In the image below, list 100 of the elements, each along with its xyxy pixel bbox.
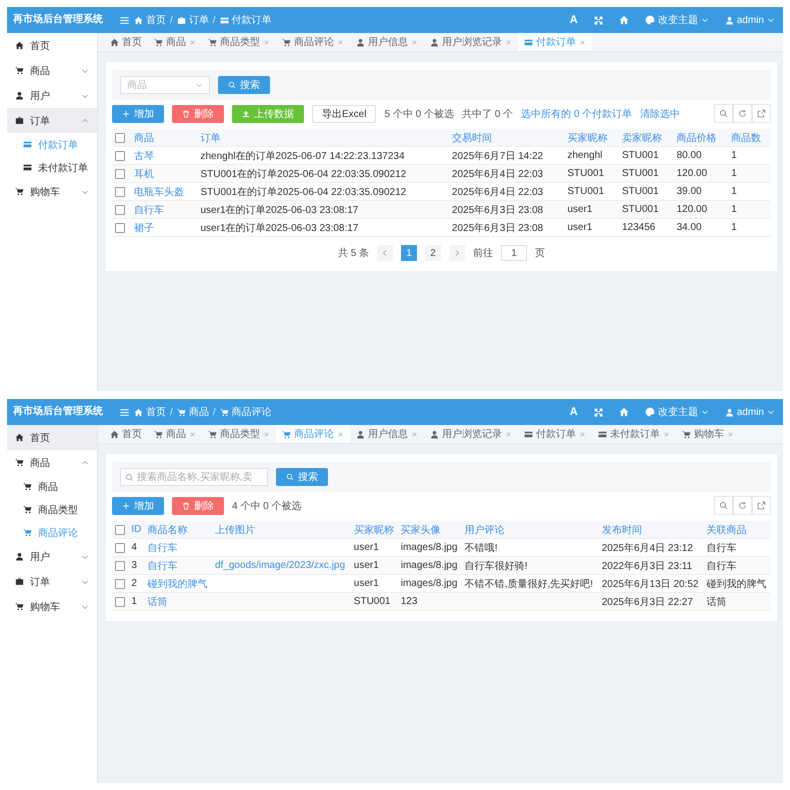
column-header[interactable]: 商品 bbox=[131, 129, 198, 146]
export-icon[interactable] bbox=[752, 104, 771, 123]
tab[interactable]: 付款订单 bbox=[518, 33, 592, 51]
upload-button[interactable]: 上传数据 bbox=[232, 104, 304, 122]
close-icon[interactable] bbox=[579, 38, 586, 46]
breadcrumb-item[interactable]: 商品评论 bbox=[220, 405, 272, 419]
table-link[interactable]: 耳机 bbox=[131, 164, 198, 182]
close-icon[interactable] bbox=[263, 430, 270, 438]
checkbox[interactable] bbox=[115, 150, 125, 160]
tab[interactable]: 商品评论 bbox=[276, 425, 350, 443]
column-header[interactable]: 商品价格 bbox=[674, 129, 728, 146]
fullscreen-icon[interactable] bbox=[594, 16, 603, 24]
delete-button[interactable]: 删除 bbox=[172, 104, 224, 122]
checkbox[interactable] bbox=[115, 186, 125, 196]
checkbox[interactable] bbox=[115, 578, 125, 588]
close-icon[interactable] bbox=[505, 38, 512, 46]
checkbox[interactable] bbox=[115, 596, 125, 606]
table-link[interactable]: df_goods/image/2023/zxc.jpg bbox=[212, 556, 351, 574]
export-icon[interactable] bbox=[752, 496, 771, 515]
tab[interactable]: 商品 bbox=[148, 33, 202, 51]
close-icon[interactable] bbox=[189, 430, 196, 438]
refresh-icon[interactable] bbox=[733, 496, 752, 515]
column-header[interactable]: 卖家昵称 bbox=[618, 129, 674, 146]
link[interactable]: 清除选中 bbox=[640, 106, 680, 120]
tab[interactable]: 首页 bbox=[104, 425, 148, 443]
column-header[interactable]: 关联商品 bbox=[704, 521, 771, 538]
checkbox[interactable] bbox=[115, 168, 125, 178]
page-button[interactable]: 1 bbox=[401, 245, 418, 261]
close-icon[interactable] bbox=[663, 430, 670, 438]
submenu-item[interactable]: 商品评论 bbox=[7, 521, 97, 544]
fullscreen-icon[interactable] bbox=[594, 408, 603, 416]
column-header[interactable]: 买家头像 bbox=[398, 521, 462, 538]
table-link[interactable]: 自行车 bbox=[144, 556, 212, 574]
column-header[interactable]: 买家昵称 bbox=[350, 521, 398, 538]
column-header[interactable]: 商品数 bbox=[728, 129, 771, 146]
search-button[interactable]: 搜索 bbox=[218, 76, 270, 94]
close-icon[interactable] bbox=[411, 38, 418, 46]
column-header[interactable]: 交易时间 bbox=[448, 129, 564, 146]
prev-page-button[interactable] bbox=[377, 245, 394, 261]
close-icon[interactable] bbox=[505, 430, 512, 438]
tab[interactable]: 付款订单 bbox=[518, 425, 592, 443]
tab[interactable]: 商品类型 bbox=[202, 425, 276, 443]
sidebar-item[interactable]: 商品 bbox=[7, 450, 97, 475]
close-icon[interactable] bbox=[263, 38, 270, 46]
search-icon[interactable] bbox=[714, 496, 733, 515]
tab[interactable]: 用户信息 bbox=[350, 425, 424, 443]
column-header[interactable]: 上传图片 bbox=[212, 521, 351, 538]
column-header[interactable]: 买家昵称 bbox=[564, 129, 619, 146]
add-button[interactable]: 增加 bbox=[112, 104, 164, 122]
checkbox[interactable] bbox=[115, 132, 125, 142]
delete-button[interactable]: 删除 bbox=[172, 496, 224, 514]
table-link[interactable]: 话筒 bbox=[144, 592, 212, 610]
tab[interactable]: 用户浏览记录 bbox=[424, 425, 518, 443]
tab[interactable]: 未付款订单 bbox=[592, 425, 676, 443]
sidebar-item[interactable]: 购物车 bbox=[7, 594, 97, 619]
close-icon[interactable] bbox=[337, 430, 344, 438]
checkbox[interactable] bbox=[115, 222, 125, 232]
close-icon[interactable] bbox=[727, 430, 734, 438]
column-header[interactable]: 商品名称 bbox=[144, 521, 212, 538]
font-size-button[interactable]: A bbox=[570, 14, 578, 26]
breadcrumb-item[interactable]: 首页 bbox=[134, 405, 166, 419]
page-button[interactable]: 2 bbox=[425, 245, 442, 261]
close-icon[interactable] bbox=[337, 38, 344, 46]
sidebar-item[interactable]: 用户 bbox=[7, 83, 97, 108]
column-header[interactable]: 用户评论 bbox=[462, 521, 599, 538]
submenu-item[interactable]: 未付款订单 bbox=[7, 156, 97, 179]
breadcrumb-item[interactable]: 付款订单 bbox=[220, 13, 272, 27]
sidebar-item[interactable]: 用户 bbox=[7, 544, 97, 569]
sidebar-item[interactable]: 首页 bbox=[7, 425, 97, 450]
column-header[interactable]: 订单 bbox=[198, 129, 449, 146]
export-button[interactable]: 导出Excel bbox=[312, 104, 376, 122]
close-icon[interactable] bbox=[189, 38, 196, 46]
add-button[interactable]: 增加 bbox=[112, 496, 164, 514]
search-button[interactable]: 搜索 bbox=[276, 468, 328, 486]
search-field[interactable]: 搜索商品名称,买家昵称,卖 bbox=[120, 468, 268, 486]
tab[interactable]: 首页 bbox=[104, 33, 148, 51]
theme-menu[interactable]: 改变主题 bbox=[644, 405, 709, 419]
table-link[interactable]: 自行车 bbox=[131, 200, 198, 218]
user-menu[interactable]: admin bbox=[724, 14, 775, 26]
tab[interactable]: 商品 bbox=[148, 425, 202, 443]
table-link[interactable]: 裙子 bbox=[131, 218, 198, 236]
sidebar-item[interactable]: 订单 bbox=[7, 569, 97, 594]
search-icon[interactable] bbox=[714, 104, 733, 123]
link[interactable]: 选中所有的 0 个付款订单 bbox=[521, 106, 632, 120]
sidebar-item[interactable]: 商品 bbox=[7, 58, 97, 83]
submenu-item[interactable]: 商品类型 bbox=[7, 498, 97, 521]
close-icon[interactable] bbox=[579, 430, 586, 438]
tab[interactable]: 商品评论 bbox=[276, 33, 350, 51]
checkbox[interactable] bbox=[115, 560, 125, 570]
home-icon[interactable] bbox=[618, 15, 629, 25]
close-icon[interactable] bbox=[411, 430, 418, 438]
font-size-button[interactable]: A bbox=[570, 406, 578, 418]
theme-menu[interactable]: 改变主题 bbox=[644, 13, 709, 27]
refresh-icon[interactable] bbox=[733, 104, 752, 123]
breadcrumb-item[interactable]: 首页 bbox=[134, 13, 166, 27]
sidebar-item[interactable]: 购物车 bbox=[7, 179, 97, 204]
submenu-item[interactable]: 商品 bbox=[7, 475, 97, 498]
checkbox[interactable] bbox=[115, 204, 125, 214]
next-page-button[interactable] bbox=[449, 245, 466, 261]
page-input[interactable]: 1 bbox=[501, 245, 528, 261]
